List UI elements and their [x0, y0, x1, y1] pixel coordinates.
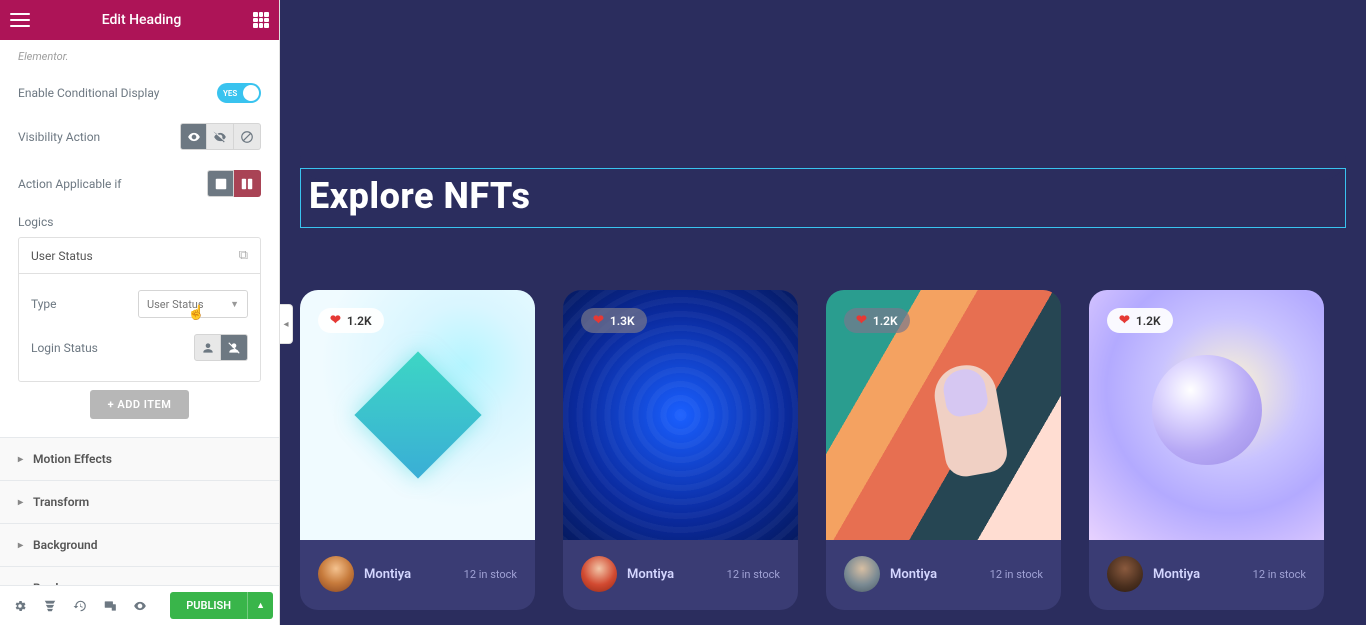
- visibility-none-icon[interactable]: [234, 123, 261, 150]
- applicable-row: Action Applicable if: [0, 160, 279, 207]
- stock-label: 12 in stock: [464, 568, 517, 581]
- like-badge[interactable]: ❤1.2K: [318, 308, 384, 333]
- caret-icon: ▸: [18, 497, 23, 508]
- visibility-action-label: Visibility Action: [18, 130, 100, 144]
- settings-icon[interactable]: [6, 592, 34, 620]
- enable-conditional-row: Enable Conditional Display YES: [0, 73, 279, 113]
- card-footer: Montiya 12 in stock: [300, 540, 535, 610]
- nft-card[interactable]: ❤1.3K Montiya 12 in stock: [563, 290, 798, 610]
- avatar: [318, 556, 354, 592]
- type-select[interactable]: User Status ▼ ☝: [138, 290, 248, 318]
- login-yes-icon[interactable]: [194, 334, 221, 361]
- logic-item-body: Type User Status ▼ ☝ Login Status: [19, 274, 260, 381]
- caret-icon: ▸: [18, 540, 23, 551]
- login-no-icon[interactable]: [221, 334, 248, 361]
- like-badge[interactable]: ❤1.3K: [581, 308, 647, 333]
- editor-title: Edit Heading: [30, 12, 253, 28]
- visibility-hide-icon[interactable]: [207, 123, 234, 150]
- logics-label: Logics: [0, 207, 279, 237]
- heading-widget-selected[interactable]: Explore NFTs: [300, 168, 1346, 228]
- card-footer: Montiya 12 in stock: [826, 540, 1061, 610]
- nft-card[interactable]: ❤1.2K Montiya 12 in stock: [300, 290, 535, 610]
- logic-item-header[interactable]: User Status ⧉: [19, 238, 260, 274]
- caret-icon: ▸: [18, 454, 23, 465]
- panel-body: Elementor. Enable Conditional Display YE…: [0, 40, 279, 585]
- section-motion-effects[interactable]: ▸Motion Effects: [0, 437, 279, 480]
- navigator-icon[interactable]: [36, 592, 64, 620]
- avatar: [581, 556, 617, 592]
- section-border[interactable]: ▸Border: [0, 566, 279, 585]
- heart-icon: ❤: [330, 313, 341, 328]
- nft-image: ❤1.2K: [826, 290, 1061, 540]
- hero-section: [300, 10, 1346, 180]
- logic-item: User Status ⧉ Type User Status ▼ ☝ Login…: [18, 237, 261, 382]
- preview-area: Explore NFTs ❤1.2K Montiya 12 in stock ❤…: [280, 0, 1366, 625]
- preview-icon[interactable]: [126, 592, 154, 620]
- chevron-down-icon: ▼: [230, 299, 239, 310]
- nft-image: ❤1.2K: [300, 290, 535, 540]
- responsive-icon[interactable]: [96, 592, 124, 620]
- applicable-any-icon[interactable]: [234, 170, 261, 197]
- logic-item-title: User Status: [31, 249, 93, 263]
- history-icon[interactable]: [66, 592, 94, 620]
- visibility-action-row: Visibility Action: [0, 113, 279, 160]
- card-footer: Montiya 12 in stock: [563, 540, 798, 610]
- stock-label: 12 in stock: [1253, 568, 1306, 581]
- page-heading: Explore NFTs: [309, 175, 1337, 217]
- nft-card[interactable]: ❤1.2K Montiya 12 in stock: [826, 290, 1061, 610]
- card-footer: Montiya 12 in stock: [1089, 540, 1324, 610]
- section-transform[interactable]: ▸Transform: [0, 480, 279, 523]
- applicable-group: [207, 170, 261, 197]
- nft-card[interactable]: ❤1.2K Montiya 12 in stock: [1089, 290, 1324, 610]
- menu-icon[interactable]: [10, 13, 30, 27]
- copy-icon[interactable]: ⧉: [239, 248, 248, 263]
- publish-button[interactable]: PUBLISH: [170, 592, 247, 619]
- publish-group: PUBLISH ▲: [170, 592, 273, 619]
- nft-image: ❤1.3K: [563, 290, 798, 540]
- editor-topbar: Edit Heading: [0, 0, 279, 40]
- section-background[interactable]: ▸Background: [0, 523, 279, 566]
- avatar: [1107, 556, 1143, 592]
- like-badge[interactable]: ❤1.2K: [1107, 308, 1173, 333]
- heart-icon: ❤: [1119, 313, 1130, 328]
- collapse-sidebar-icon[interactable]: ◂: [280, 304, 293, 344]
- heart-icon: ❤: [856, 313, 867, 328]
- type-label: Type: [31, 297, 57, 311]
- editor-sidebar: Edit Heading Elementor. Enable Condition…: [0, 0, 280, 625]
- author-name: Montiya: [1153, 567, 1200, 582]
- apps-icon[interactable]: [253, 12, 269, 28]
- nft-cards: ❤1.2K Montiya 12 in stock ❤1.3K Montiya …: [300, 290, 1346, 610]
- login-status-label: Login Status: [31, 341, 98, 355]
- enable-conditional-label: Enable Conditional Display: [18, 86, 159, 100]
- applicable-all-icon[interactable]: [207, 170, 234, 197]
- login-status-group: [194, 334, 248, 361]
- enable-conditional-toggle[interactable]: YES: [217, 83, 261, 103]
- avatar: [844, 556, 880, 592]
- type-row: Type User Status ▼ ☝: [31, 282, 248, 326]
- login-status-row: Login Status: [31, 326, 248, 369]
- visibility-show-icon[interactable]: [180, 123, 207, 150]
- nft-image: ❤1.2K: [1089, 290, 1324, 540]
- publish-dropdown[interactable]: ▲: [247, 592, 273, 619]
- stock-label: 12 in stock: [990, 568, 1043, 581]
- author-name: Montiya: [890, 567, 937, 582]
- like-badge[interactable]: ❤1.2K: [844, 308, 910, 333]
- author-name: Montiya: [627, 567, 674, 582]
- help-text: Elementor.: [0, 46, 279, 73]
- editor-footer: PUBLISH ▲: [0, 585, 279, 625]
- stock-label: 12 in stock: [727, 568, 780, 581]
- heart-icon: ❤: [593, 313, 604, 328]
- visibility-action-group: [180, 123, 261, 150]
- author-name: Montiya: [364, 567, 411, 582]
- add-item-button[interactable]: ADD ITEM: [90, 390, 190, 419]
- applicable-label: Action Applicable if: [18, 177, 121, 191]
- caret-icon: ▸: [18, 583, 23, 586]
